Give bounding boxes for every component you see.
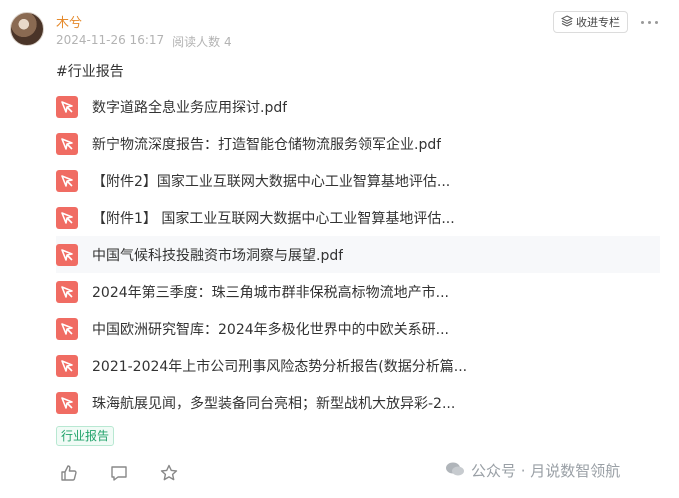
file-name: 中国气候科技投融资市场洞察与展望.pdf	[92, 247, 344, 264]
pdf-icon	[56, 206, 78, 229]
collect-label: 收进专栏	[576, 16, 620, 29]
more-options-icon[interactable]	[641, 16, 663, 28]
read-count: 阅读人数 4	[172, 35, 232, 49]
comment-icon[interactable]	[106, 460, 132, 486]
watermark-text: 公众号 · 月说数智领航	[471, 462, 621, 480]
file-item[interactable]: 中国欧洲研究智库：2024年多极化世界中的中欧关系研...	[56, 310, 660, 347]
file-item[interactable]: 2024年第三季度：珠三角城市群非保税高标物流地产市...	[56, 273, 660, 310]
post-meta: 2024-11-26 16:17 阅读人数 4	[56, 33, 232, 50]
pdf-icon	[56, 317, 78, 340]
pdf-icon	[56, 132, 78, 155]
file-name: 中国欧洲研究智库：2024年多极化世界中的中欧关系研...	[92, 321, 449, 338]
like-icon[interactable]	[56, 460, 82, 486]
file-item[interactable]: 【附件2】国家工业互联网大数据中心工业智算基地评估...	[56, 162, 660, 199]
file-name: 【附件1】 国家工业互联网大数据中心工业智算基地评估...	[92, 210, 455, 227]
topic-tag[interactable]: 行业报告	[56, 426, 115, 446]
hashtag[interactable]: #行业报告	[56, 61, 124, 81]
collect-to-column-button[interactable]: 收进专栏	[553, 11, 628, 33]
file-name: 2021-2024年上市公司刑事风险态势分析报告(数据分析篇...	[92, 358, 468, 375]
pdf-icon	[56, 169, 78, 192]
pdf-icon	[56, 243, 78, 266]
stack-icon	[560, 14, 574, 30]
author-avatar[interactable]	[10, 12, 44, 46]
wechat-icon	[445, 461, 465, 481]
pdf-icon	[56, 280, 78, 303]
file-item[interactable]: 【附件1】 国家工业互联网大数据中心工业智算基地评估...	[56, 199, 660, 236]
file-item[interactable]: 新宁物流深度报告：打造智能仓储物流服务领军企业.pdf	[56, 125, 660, 162]
file-list: 数字道路全息业务应用探讨.pdf 新宁物流深度报告：打造智能仓储物流服务领军企业…	[56, 88, 660, 421]
action-bar	[56, 460, 182, 486]
file-item[interactable]: 2021-2024年上市公司刑事风险态势分析报告(数据分析篇...	[56, 347, 660, 384]
file-name: 2024年第三季度：珠三角城市群非保税高标物流地产市...	[92, 284, 449, 301]
file-item[interactable]: 中国气候科技投融资市场洞察与展望.pdf	[56, 236, 660, 273]
pdf-icon	[56, 391, 78, 414]
file-name: 数字道路全息业务应用探讨.pdf	[92, 99, 288, 116]
pdf-icon	[56, 95, 78, 118]
star-icon[interactable]	[156, 460, 182, 486]
file-item[interactable]: 数字道路全息业务应用探讨.pdf	[56, 88, 660, 125]
wechat-watermark: 公众号 · 月说数智领航	[445, 460, 620, 481]
pdf-icon	[56, 354, 78, 377]
file-name: 珠海航展见闻，多型装备同台亮相；新型战机大放异彩-2...	[92, 395, 456, 412]
file-name: 【附件2】国家工业互联网大数据中心工业智算基地评估...	[92, 173, 451, 190]
author-name[interactable]: 木兮	[56, 12, 82, 31]
post-date: 2024-11-26 16:17	[56, 33, 165, 47]
file-name: 新宁物流深度报告：打造智能仓储物流服务领军企业.pdf	[92, 136, 442, 153]
file-item[interactable]: 珠海航展见闻，多型装备同台亮相；新型战机大放异彩-2...	[56, 384, 660, 421]
